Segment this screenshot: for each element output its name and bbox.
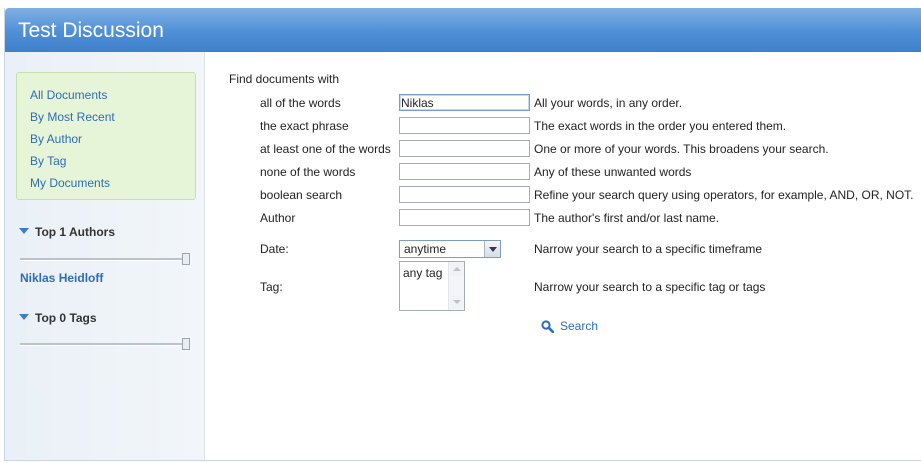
page-title: Test Discussion bbox=[18, 19, 164, 42]
exact-phrase-input[interactable] bbox=[399, 117, 530, 134]
tag-listbox[interactable]: any tag bbox=[399, 261, 465, 311]
exact-phrase-hint: The exact words in the order you entered… bbox=[534, 119, 787, 133]
date-select-value: anytime bbox=[404, 242, 447, 256]
nav-by-tag[interactable]: By Tag bbox=[30, 154, 66, 168]
exact-phrase-label: the exact phrase bbox=[260, 119, 349, 133]
nav-by-author[interactable]: By Author bbox=[30, 132, 82, 146]
tag-label: Tag: bbox=[260, 280, 283, 294]
boolean-search-input[interactable] bbox=[399, 186, 530, 203]
tags-slider-track[interactable] bbox=[20, 343, 190, 346]
nav-by-most-recent[interactable]: By Most Recent bbox=[30, 110, 115, 124]
search-form: Find documents with all of the words All… bbox=[205, 52, 921, 460]
tags-slider-thumb[interactable] bbox=[182, 338, 190, 350]
boolean-search-hint: Refine your search query using operators… bbox=[534, 188, 914, 202]
none-words-input[interactable] bbox=[399, 163, 530, 180]
scroll-down-icon[interactable] bbox=[450, 296, 463, 309]
search-button-label: Search bbox=[560, 319, 599, 333]
collapse-triangle-icon bbox=[19, 314, 29, 320]
listbox-scrollbar[interactable] bbox=[448, 262, 464, 310]
chevron-down-icon[interactable] bbox=[484, 241, 500, 257]
collapse-triangle-icon bbox=[19, 228, 29, 234]
app-window: Test Discussion All Documents By Most Re… bbox=[4, 8, 921, 461]
none-words-hint: Any of these unwanted words bbox=[534, 165, 692, 179]
nav-box: All Documents By Most Recent By Author B… bbox=[16, 72, 196, 200]
top-tags-title: Top 0 Tags bbox=[35, 311, 97, 325]
all-words-input[interactable] bbox=[399, 94, 530, 111]
author-link[interactable]: Niklas Heidloff bbox=[20, 271, 103, 285]
all-words-label: all of the words bbox=[260, 96, 341, 110]
authors-slider-track[interactable] bbox=[20, 258, 190, 261]
form-intro: Find documents with bbox=[229, 72, 340, 86]
magnifier-icon bbox=[541, 320, 555, 334]
sidebar: All Documents By Most Recent By Author B… bbox=[5, 52, 205, 460]
none-words-label: none of the words bbox=[260, 165, 356, 179]
scroll-up-icon[interactable] bbox=[450, 263, 463, 276]
boolean-search-label: boolean search bbox=[260, 188, 343, 202]
any-words-label: at least one of the words bbox=[260, 142, 391, 156]
tag-option[interactable]: any tag bbox=[403, 266, 442, 280]
top-authors-header[interactable]: Top 1 Authors bbox=[19, 225, 115, 239]
nav-all-documents[interactable]: All Documents bbox=[30, 88, 107, 102]
tag-hint: Narrow your search to a specific tag or … bbox=[534, 280, 766, 294]
top-authors-title: Top 1 Authors bbox=[35, 225, 115, 239]
any-words-input[interactable] bbox=[399, 140, 530, 157]
author-label: Author bbox=[260, 211, 296, 225]
any-words-hint: One or more of your words. This broadens… bbox=[534, 142, 829, 156]
date-hint: Narrow your search to a specific timefra… bbox=[534, 242, 763, 256]
nav-my-documents[interactable]: My Documents bbox=[30, 176, 110, 190]
author-input[interactable] bbox=[399, 209, 530, 226]
all-words-hint: All your words, in any order. bbox=[534, 96, 683, 110]
author-hint: The author's first and/or last name. bbox=[534, 211, 720, 225]
top-tags-header[interactable]: Top 0 Tags bbox=[19, 311, 97, 325]
authors-slider-thumb[interactable] bbox=[182, 253, 190, 265]
search-button[interactable]: Search bbox=[541, 319, 599, 334]
date-label: Date: bbox=[260, 242, 289, 256]
header-bar: Test Discussion bbox=[5, 8, 921, 52]
date-select[interactable]: anytime bbox=[399, 240, 501, 258]
